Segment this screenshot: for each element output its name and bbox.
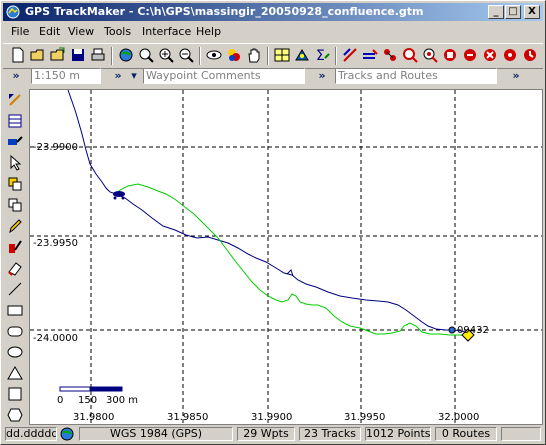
print-icon[interactable]	[89, 46, 107, 64]
menu-edit[interactable]: Edit	[39, 25, 60, 38]
x-axis-label: 31.9950	[344, 412, 385, 423]
menu-tools[interactable]: Tools	[104, 25, 131, 38]
chevron-icon[interactable]: »	[111, 69, 125, 83]
x-axis-label: 32.0000	[438, 412, 479, 423]
status-points: 1012 Points	[365, 427, 431, 441]
draw-track-icon[interactable]	[6, 238, 24, 256]
menu-view[interactable]: View	[68, 25, 94, 38]
zoom-out-icon[interactable]	[177, 46, 195, 64]
new-file-icon[interactable]	[9, 46, 27, 64]
gps-track-icon[interactable]	[461, 46, 479, 64]
ellipse-tool-icon[interactable]	[6, 343, 24, 361]
app-icon	[6, 5, 20, 19]
chevron-icon[interactable]: »	[315, 69, 329, 83]
left-toolbar	[3, 89, 27, 425]
grid-lines	[30, 90, 542, 424]
waypoint-comments-field[interactable]: Waypoint Comments	[143, 68, 305, 84]
status-bar: dd.ddddd WGS 1984 (GPS) 29 Wpts 23 Track…	[3, 426, 543, 442]
menu-file[interactable]: File	[11, 25, 29, 38]
layers-icon[interactable]	[6, 175, 24, 193]
input-toolbar: » 1:150 m » ▾ Waypoint Comments » Tracks…	[3, 67, 543, 87]
waypoint-tool-icon[interactable]	[293, 46, 311, 64]
gps-receive-icon[interactable]	[421, 46, 439, 64]
globe-icon	[60, 427, 74, 441]
status-coord-format: dd.ddddd	[5, 427, 57, 441]
open-map-icon[interactable]	[49, 46, 67, 64]
route-tool-icon[interactable]	[381, 46, 399, 64]
toolbar-separator	[267, 47, 269, 65]
chevron-icon[interactable]: »	[9, 69, 23, 83]
map-canvas[interactable]: -23.9900 -23.9950 -24.0000 31.9800 31.98…	[29, 89, 543, 425]
gps-send-icon[interactable]	[441, 46, 459, 64]
scale-field[interactable]: 1:150 m	[31, 68, 101, 84]
x-axis-label: 31.9900	[251, 412, 292, 423]
gps-realtime-icon[interactable]	[521, 46, 539, 64]
status-tracks: 23 Tracks	[299, 427, 361, 441]
open-folder-icon[interactable]	[29, 46, 47, 64]
colors-icon[interactable]	[225, 46, 243, 64]
vehicle-marker[interactable]	[113, 191, 125, 200]
hand-icon[interactable]	[245, 46, 263, 64]
close-button[interactable]: X	[524, 5, 540, 19]
triangle-tool-icon[interactable]	[6, 364, 24, 382]
app-window: GPS TrackMaker - C:\h\GPS\massingir_2005…	[0, 0, 546, 445]
table-icon[interactable]	[6, 112, 24, 130]
pencil-icon[interactable]	[6, 217, 24, 235]
sigma-icon[interactable]: Σ	[313, 46, 331, 64]
waypoint-dot[interactable]	[448, 326, 456, 334]
rounded-rect-tool-icon[interactable]	[6, 322, 24, 340]
zoom-tool-icon[interactable]	[137, 46, 155, 64]
menu-bar: File Edit View Tools Interface Help	[3, 23, 543, 41]
status-routes: 0 Routes	[435, 427, 497, 441]
toolbar-separator	[111, 47, 113, 65]
track-green[interactable]	[115, 183, 467, 337]
gps-waypoint-icon[interactable]	[501, 46, 519, 64]
globe-icon[interactable]	[117, 46, 135, 64]
maximize-button[interactable]: □	[505, 5, 521, 19]
track-tool-icon[interactable]	[361, 46, 379, 64]
scale-label: 300 m	[106, 395, 138, 406]
eye-icon[interactable]	[205, 46, 223, 64]
x-axis-label: 31.9800	[73, 412, 114, 423]
dropdown-arrow-icon[interactable]: ▾	[127, 69, 141, 83]
title-bar[interactable]: GPS TrackMaker - C:\h\GPS\massingir_2005…	[3, 3, 543, 21]
toolbar-separator	[199, 47, 201, 65]
save-icon[interactable]	[69, 46, 87, 64]
edit-tool-icon[interactable]	[6, 133, 24, 151]
tracks-routes-field[interactable]: Tracks and Routes	[335, 68, 497, 84]
main-toolbar: Σ	[3, 43, 543, 69]
status-waypoints: 29 Wpts	[237, 427, 295, 441]
waypoint-label: 09432	[457, 325, 489, 336]
status-empty	[501, 427, 541, 441]
minimize-button[interactable]: _	[488, 5, 504, 19]
select-tracks-icon[interactable]	[341, 46, 359, 64]
find-icon[interactable]	[401, 46, 419, 64]
window-title: GPS TrackMaker - C:\h\GPS\massingir_2005…	[25, 5, 424, 18]
copy-icon[interactable]	[6, 196, 24, 214]
eraser-icon[interactable]	[6, 259, 24, 277]
menu-help[interactable]: Help	[196, 25, 221, 38]
y-axis-label: -23.9950	[33, 238, 78, 249]
square-tool-icon[interactable]	[6, 385, 24, 403]
rectangle-tool-icon[interactable]	[6, 301, 24, 319]
scale-label: 150	[78, 395, 97, 406]
zoom-in-icon[interactable]	[157, 46, 175, 64]
chevron-icon[interactable]: »	[509, 69, 523, 83]
svg-text:Σ: Σ	[316, 48, 325, 64]
status-datum[interactable]: WGS 1984 (GPS)	[79, 427, 233, 441]
line-tool-icon[interactable]	[6, 280, 24, 298]
menu-interface[interactable]: Interface	[142, 25, 191, 38]
pointer-tool-icon[interactable]	[6, 91, 24, 109]
arrow-select-icon[interactable]	[6, 154, 24, 172]
grid-icon[interactable]	[273, 46, 291, 64]
y-axis-label: -24.0000	[33, 333, 78, 344]
hexagon-tool-icon[interactable]	[6, 406, 24, 424]
scale-bar: 0 150 300 m	[57, 386, 138, 406]
y-axis-label: -23.9900	[33, 142, 78, 153]
toolbar-separator	[335, 47, 337, 65]
map-drawing: -23.9900 -23.9950 -24.0000 31.9800 31.98…	[30, 90, 542, 424]
scale-label: 0	[57, 395, 63, 406]
x-axis-label: 31.9850	[167, 412, 208, 423]
gps-route-icon[interactable]	[481, 46, 499, 64]
